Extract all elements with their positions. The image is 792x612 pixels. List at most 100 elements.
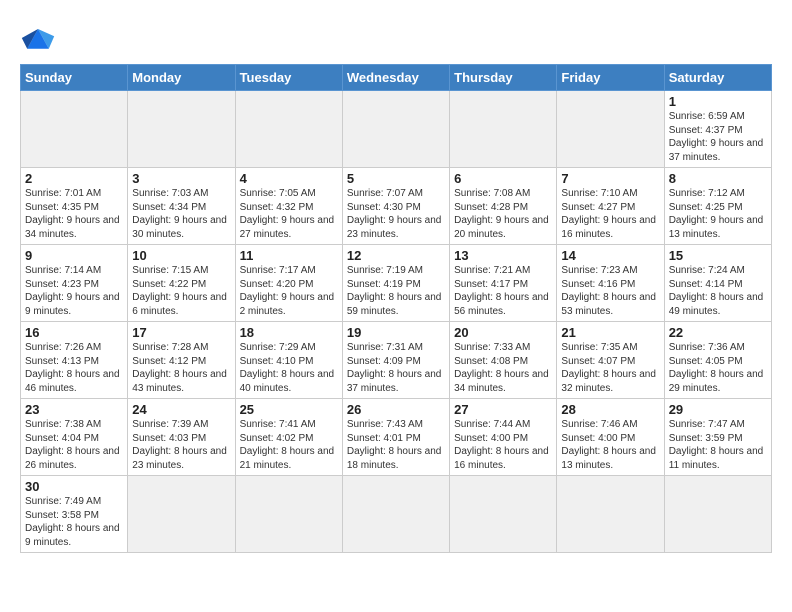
week-row-3: 16Sunrise: 7:26 AM Sunset: 4:13 PM Dayli… [21,322,772,399]
weekday-header-sunday: Sunday [21,65,128,91]
day-number: 6 [454,171,552,186]
day-number: 12 [347,248,445,263]
day-info: Sunrise: 7:10 AM Sunset: 4:27 PM Dayligh… [561,187,659,241]
day-number: 19 [347,325,445,340]
day-number: 29 [669,402,767,417]
weekday-header-thursday: Thursday [450,65,557,91]
day-cell: 17Sunrise: 7:28 AM Sunset: 4:12 PM Dayli… [128,322,235,399]
day-info: Sunrise: 7:29 AM Sunset: 4:10 PM Dayligh… [240,341,338,395]
day-cell: 10Sunrise: 7:15 AM Sunset: 4:22 PM Dayli… [128,245,235,322]
day-info: Sunrise: 7:01 AM Sunset: 4:35 PM Dayligh… [25,187,123,241]
weekday-header-saturday: Saturday [664,65,771,91]
week-row-0: 1Sunrise: 6:59 AM Sunset: 4:37 PM Daylig… [21,91,772,168]
day-number: 2 [25,171,123,186]
day-cell: 22Sunrise: 7:36 AM Sunset: 4:05 PM Dayli… [664,322,771,399]
day-number: 4 [240,171,338,186]
day-cell: 28Sunrise: 7:46 AM Sunset: 4:00 PM Dayli… [557,399,664,476]
day-cell: 25Sunrise: 7:41 AM Sunset: 4:02 PM Dayli… [235,399,342,476]
day-number: 8 [669,171,767,186]
day-cell [342,91,449,168]
day-number: 10 [132,248,230,263]
day-number: 1 [669,94,767,109]
day-cell: 2Sunrise: 7:01 AM Sunset: 4:35 PM Daylig… [21,168,128,245]
day-cell [557,476,664,553]
day-info: Sunrise: 7:33 AM Sunset: 4:08 PM Dayligh… [454,341,552,395]
page: SundayMondayTuesdayWednesdayThursdayFrid… [0,0,792,612]
week-row-2: 9Sunrise: 7:14 AM Sunset: 4:23 PM Daylig… [21,245,772,322]
day-number: 23 [25,402,123,417]
day-info: Sunrise: 7:26 AM Sunset: 4:13 PM Dayligh… [25,341,123,395]
weekday-header-friday: Friday [557,65,664,91]
logo-icon [20,20,56,56]
day-info: Sunrise: 7:12 AM Sunset: 4:25 PM Dayligh… [669,187,767,241]
day-number: 5 [347,171,445,186]
day-info: Sunrise: 7:39 AM Sunset: 4:03 PM Dayligh… [132,418,230,472]
week-row-1: 2Sunrise: 7:01 AM Sunset: 4:35 PM Daylig… [21,168,772,245]
day-number: 11 [240,248,338,263]
header [20,16,772,56]
calendar-table: SundayMondayTuesdayWednesdayThursdayFrid… [20,64,772,553]
day-number: 21 [561,325,659,340]
day-info: Sunrise: 7:31 AM Sunset: 4:09 PM Dayligh… [347,341,445,395]
day-number: 9 [25,248,123,263]
day-number: 26 [347,402,445,417]
day-number: 17 [132,325,230,340]
day-info: Sunrise: 7:24 AM Sunset: 4:14 PM Dayligh… [669,264,767,318]
day-cell: 15Sunrise: 7:24 AM Sunset: 4:14 PM Dayli… [664,245,771,322]
day-number: 14 [561,248,659,263]
day-cell [128,476,235,553]
week-row-5: 30Sunrise: 7:49 AM Sunset: 3:58 PM Dayli… [21,476,772,553]
day-number: 25 [240,402,338,417]
day-info: Sunrise: 7:43 AM Sunset: 4:01 PM Dayligh… [347,418,445,472]
day-info: Sunrise: 7:28 AM Sunset: 4:12 PM Dayligh… [132,341,230,395]
day-cell: 29Sunrise: 7:47 AM Sunset: 3:59 PM Dayli… [664,399,771,476]
day-info: Sunrise: 7:14 AM Sunset: 4:23 PM Dayligh… [25,264,123,318]
day-cell [342,476,449,553]
day-number: 7 [561,171,659,186]
day-cell: 21Sunrise: 7:35 AM Sunset: 4:07 PM Dayli… [557,322,664,399]
weekday-header-monday: Monday [128,65,235,91]
day-cell: 9Sunrise: 7:14 AM Sunset: 4:23 PM Daylig… [21,245,128,322]
day-cell: 18Sunrise: 7:29 AM Sunset: 4:10 PM Dayli… [235,322,342,399]
day-number: 27 [454,402,552,417]
week-row-4: 23Sunrise: 7:38 AM Sunset: 4:04 PM Dayli… [21,399,772,476]
day-cell: 13Sunrise: 7:21 AM Sunset: 4:17 PM Dayli… [450,245,557,322]
weekday-header-wednesday: Wednesday [342,65,449,91]
day-cell: 20Sunrise: 7:33 AM Sunset: 4:08 PM Dayli… [450,322,557,399]
day-cell: 5Sunrise: 7:07 AM Sunset: 4:30 PM Daylig… [342,168,449,245]
day-info: Sunrise: 7:21 AM Sunset: 4:17 PM Dayligh… [454,264,552,318]
day-info: Sunrise: 7:36 AM Sunset: 4:05 PM Dayligh… [669,341,767,395]
day-number: 30 [25,479,123,494]
day-info: Sunrise: 7:03 AM Sunset: 4:34 PM Dayligh… [132,187,230,241]
day-number: 15 [669,248,767,263]
day-info: Sunrise: 7:46 AM Sunset: 4:00 PM Dayligh… [561,418,659,472]
day-info: Sunrise: 7:23 AM Sunset: 4:16 PM Dayligh… [561,264,659,318]
day-cell [21,91,128,168]
day-cell [235,476,342,553]
day-cell: 26Sunrise: 7:43 AM Sunset: 4:01 PM Dayli… [342,399,449,476]
day-cell: 24Sunrise: 7:39 AM Sunset: 4:03 PM Dayli… [128,399,235,476]
day-cell [128,91,235,168]
day-cell: 11Sunrise: 7:17 AM Sunset: 4:20 PM Dayli… [235,245,342,322]
day-info: Sunrise: 7:07 AM Sunset: 4:30 PM Dayligh… [347,187,445,241]
day-cell [450,91,557,168]
day-info: Sunrise: 7:35 AM Sunset: 4:07 PM Dayligh… [561,341,659,395]
day-cell: 27Sunrise: 7:44 AM Sunset: 4:00 PM Dayli… [450,399,557,476]
day-info: Sunrise: 7:15 AM Sunset: 4:22 PM Dayligh… [132,264,230,318]
day-info: Sunrise: 7:44 AM Sunset: 4:00 PM Dayligh… [454,418,552,472]
day-info: Sunrise: 7:41 AM Sunset: 4:02 PM Dayligh… [240,418,338,472]
day-cell: 12Sunrise: 7:19 AM Sunset: 4:19 PM Dayli… [342,245,449,322]
day-number: 28 [561,402,659,417]
day-info: Sunrise: 7:05 AM Sunset: 4:32 PM Dayligh… [240,187,338,241]
day-info: Sunrise: 6:59 AM Sunset: 4:37 PM Dayligh… [669,110,767,164]
day-number: 16 [25,325,123,340]
day-cell [557,91,664,168]
day-number: 13 [454,248,552,263]
day-number: 24 [132,402,230,417]
day-cell: 8Sunrise: 7:12 AM Sunset: 4:25 PM Daylig… [664,168,771,245]
day-number: 22 [669,325,767,340]
logo [20,20,60,56]
day-cell: 7Sunrise: 7:10 AM Sunset: 4:27 PM Daylig… [557,168,664,245]
day-cell: 6Sunrise: 7:08 AM Sunset: 4:28 PM Daylig… [450,168,557,245]
day-cell [235,91,342,168]
